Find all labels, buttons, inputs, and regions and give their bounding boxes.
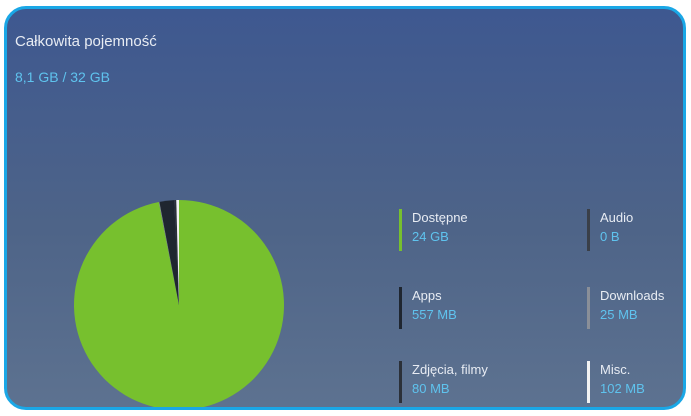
legend-color-bar xyxy=(399,287,402,329)
legend-color-bar xyxy=(587,287,590,329)
legend-color-bar xyxy=(399,361,402,403)
legend-color-bar xyxy=(587,209,590,251)
legend-label: Zdjęcia, filmy xyxy=(412,362,488,377)
legend-label: Apps xyxy=(412,288,442,303)
legend-color-bar xyxy=(587,361,590,403)
legend-label: Downloads xyxy=(600,288,665,303)
legend-value: 102 MB xyxy=(600,381,645,396)
storage-pie-chart xyxy=(74,200,284,407)
legend-label: Misc. xyxy=(600,362,631,377)
legend-label: Dostępne xyxy=(412,210,468,225)
legend-label: Audio xyxy=(600,210,634,225)
legend-value: 24 GB xyxy=(412,229,449,244)
storage-title: Całkowita pojemność xyxy=(15,33,157,50)
legend-value: 25 MB xyxy=(600,307,638,322)
storage-usage: 8,1 GB / 32 GB xyxy=(15,69,110,85)
legend-value: 557 MB xyxy=(412,307,457,322)
storage-card: Całkowita pojemność 8,1 GB / 32 GB Dostę… xyxy=(4,6,686,410)
legend-color-bar xyxy=(399,209,402,251)
legend-value: 0 B xyxy=(600,229,620,244)
legend-value: 80 MB xyxy=(412,381,450,396)
